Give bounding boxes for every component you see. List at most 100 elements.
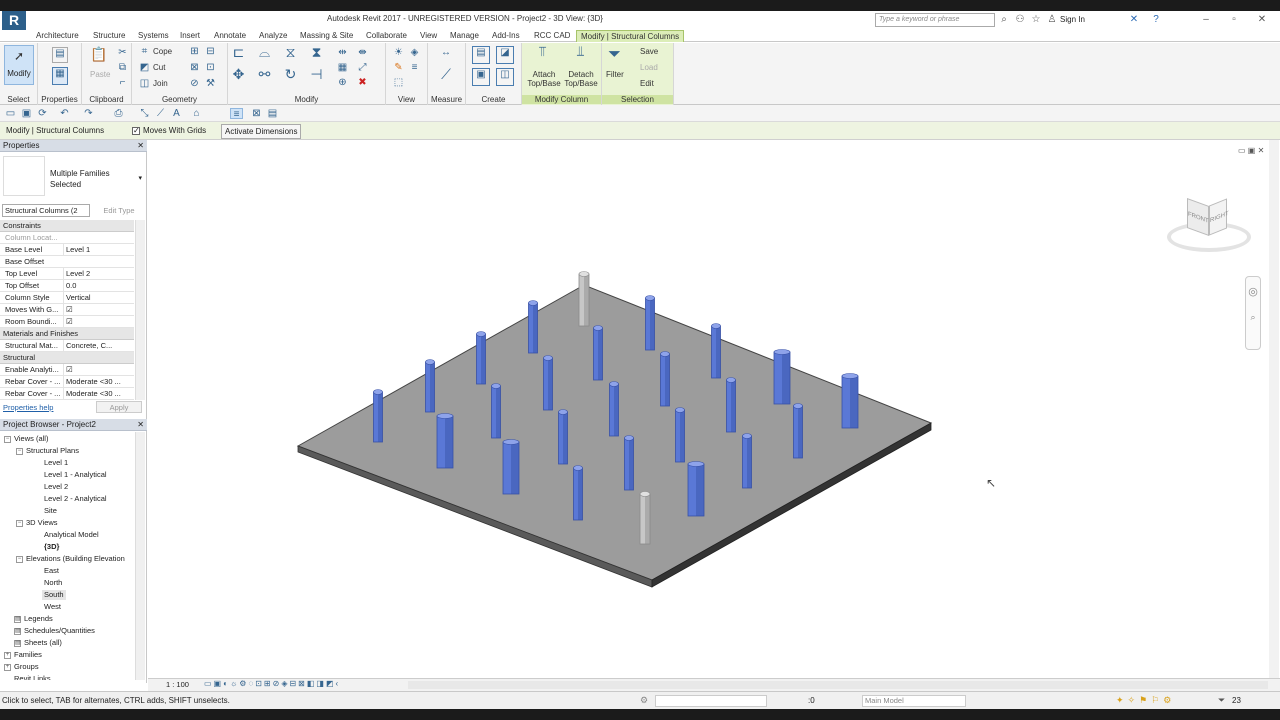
rotate-icon[interactable]: ↻ bbox=[284, 67, 297, 85]
section-structural[interactable]: Structural bbox=[0, 352, 134, 364]
copy-icon[interactable]: ⧉ bbox=[116, 62, 129, 73]
prop-row[interactable]: Top Level Level 2 bbox=[0, 268, 134, 280]
detach-top-base-label[interactable]: Detach Top/Base bbox=[564, 70, 598, 88]
workset-dropdown[interactable] bbox=[655, 695, 767, 707]
tab-analyze[interactable]: Analyze bbox=[255, 30, 291, 42]
modify-button[interactable]: ➚ Modify bbox=[4, 45, 34, 85]
type-selector[interactable]: Multiple Families Selected bbox=[50, 168, 130, 190]
text-icon[interactable]: A bbox=[170, 108, 183, 119]
tree-node-level-2[interactable]: Level 2 bbox=[44, 482, 68, 492]
create-group-icon[interactable]: ▣ bbox=[472, 68, 490, 86]
tree-node-3d[interactable]: {3D} bbox=[44, 542, 59, 552]
match-properties-icon[interactable]: ⌐ bbox=[116, 77, 129, 88]
binoculars-icon[interactable]: ⌕ bbox=[998, 14, 1010, 26]
tab-massing-site[interactable]: Massing & Site bbox=[296, 30, 357, 42]
edit-selection-button[interactable]: Edit bbox=[640, 79, 654, 88]
offset-icon[interactable]: ⌓ bbox=[258, 45, 271, 63]
attach-top-base-label[interactable]: Attach Top/Base bbox=[527, 70, 561, 88]
tab-annotate[interactable]: Annotate bbox=[210, 30, 250, 42]
prop-row[interactable]: Column Style Vertical bbox=[0, 292, 134, 304]
viewport-horizontal-scrollbar[interactable] bbox=[408, 681, 1268, 689]
split-icon[interactable]: ⇹ bbox=[336, 47, 349, 58]
array-icon[interactable]: ▦ bbox=[336, 62, 349, 73]
properties-icon[interactable]: ▦ bbox=[52, 67, 68, 85]
instance-filter-dropdown[interactable]: Structural Columns (2 bbox=[2, 204, 90, 217]
moves-with-grids-checkbox[interactable]: ✓ bbox=[132, 126, 140, 135]
maximize-icon[interactable]: ▫ bbox=[1228, 14, 1240, 26]
move-icon[interactable]: ✥ bbox=[232, 67, 245, 85]
tab-architecture[interactable]: Architecture bbox=[32, 30, 83, 42]
redo-icon[interactable]: ↷ bbox=[82, 108, 95, 119]
trim-icon[interactable]: ⊣ bbox=[310, 67, 323, 85]
minimize-icon[interactable]: – bbox=[1200, 14, 1212, 26]
tab-view[interactable]: View bbox=[416, 30, 441, 42]
join-label[interactable]: Join bbox=[153, 79, 168, 88]
sign-in-link[interactable]: Sign In bbox=[1060, 15, 1085, 24]
tree-node-level-2-analytical[interactable]: Level 2 - Analytical bbox=[44, 494, 107, 504]
cut-geometry-icon[interactable]: ◩ bbox=[138, 62, 151, 73]
print-icon[interactable]: ⎙ bbox=[112, 108, 125, 119]
tree-node-sheets[interactable]: ▤ Sheets (all) bbox=[14, 638, 62, 648]
cope-label[interactable]: Cope bbox=[153, 47, 172, 56]
dimension-qat-icon[interactable]: ⟋ bbox=[154, 108, 167, 119]
apply-button[interactable]: Apply bbox=[96, 401, 142, 413]
model-canvas[interactable] bbox=[148, 140, 1280, 683]
section-materials[interactable]: Materials and Finishes bbox=[0, 328, 134, 340]
hammer-icon[interactable]: ⚒ bbox=[204, 78, 217, 89]
tree-node-elevations[interactable]: − Elevations (Building Elevation bbox=[16, 554, 125, 564]
section-constraints[interactable]: Constraints bbox=[0, 220, 134, 232]
activate-dimensions-button[interactable]: Activate Dimensions bbox=[221, 124, 302, 139]
3d-viewport[interactable]: ▭ ▣ ✕ FRONT RIGHT ◎ ⌕ ↖ bbox=[148, 140, 1280, 683]
detach-top-base-icon[interactable]: ⫫ bbox=[574, 44, 587, 64]
wall-joins-icon[interactable]: ⊞ bbox=[188, 46, 201, 57]
chevron-down-icon[interactable]: ▾ bbox=[138, 174, 142, 182]
attach-top-base-icon[interactable]: ⫪ bbox=[536, 44, 549, 64]
viewport-vertical-scrollbar[interactable] bbox=[1269, 140, 1279, 683]
tab-collaborate[interactable]: Collaborate bbox=[362, 30, 411, 42]
prop-row[interactable]: Column Locat... bbox=[0, 232, 134, 244]
3d-view-icon[interactable]: ⌂ bbox=[190, 108, 203, 119]
tree-node-analytical-model[interactable]: Analytical Model bbox=[44, 530, 99, 540]
subscription-icon[interactable]: ⚇ bbox=[1014, 14, 1026, 26]
copy-element-icon[interactable]: ⚯ bbox=[258, 67, 271, 85]
tree-node-site[interactable]: Site bbox=[44, 506, 57, 516]
prop-row[interactable]: Structural Mat... Concrete, C... bbox=[0, 340, 134, 352]
prop-row[interactable]: Moves With G... ☑ bbox=[0, 304, 134, 316]
paste-icon[interactable]: 📋 bbox=[90, 47, 107, 65]
tree-node-legends[interactable]: ▤ Legends bbox=[14, 614, 53, 624]
close-icon[interactable]: ✕ bbox=[137, 140, 144, 152]
view-window-controls[interactable]: ▭ ▣ ✕ bbox=[1238, 146, 1264, 155]
close-hidden-icon[interactable]: ⊠ bbox=[250, 108, 263, 119]
prop-row[interactable]: Enable Analyti... ☑ bbox=[0, 364, 134, 376]
linework-icon[interactable]: ✎ bbox=[392, 62, 405, 73]
scale-icon[interactable]: ⤢ bbox=[356, 62, 369, 73]
prop-row[interactable]: Room Boundi... ☑ bbox=[0, 316, 134, 328]
view-scale[interactable]: 1 : 100 bbox=[166, 680, 189, 689]
save-selection-button[interactable]: Save bbox=[640, 47, 658, 56]
user-icon[interactable]: ♙ bbox=[1046, 14, 1058, 26]
tree-node-west[interactable]: West bbox=[44, 602, 61, 612]
tab-modify-structural-columns[interactable]: Modify | Structural Columns bbox=[576, 30, 685, 42]
browser-scrollbar[interactable] bbox=[135, 432, 145, 680]
undo-icon[interactable]: ↶ bbox=[58, 108, 71, 119]
dimension-icon[interactable]: ⟋ bbox=[434, 67, 458, 85]
tree-node-east[interactable]: East bbox=[44, 566, 59, 576]
filter-icon[interactable]: ⏷ bbox=[608, 47, 621, 67]
design-option-dropdown[interactable]: Main Model bbox=[862, 695, 966, 707]
measure-icon[interactable]: ↔ bbox=[434, 47, 458, 58]
thin-lines-icon[interactable]: ≡ bbox=[408, 62, 421, 73]
tree-node-level-1-analytical[interactable]: Level 1 - Analytical bbox=[44, 470, 107, 480]
measure-qat-icon[interactable]: ⤡ bbox=[138, 108, 151, 119]
search-input[interactable]: Type a keyword or phrase bbox=[875, 13, 995, 27]
tree-node-schedules[interactable]: ▤ Schedules/Quantities bbox=[14, 626, 95, 636]
viewcube[interactable]: FRONT RIGHT bbox=[1167, 196, 1251, 260]
tree-node-views[interactable]: − Views (all) bbox=[4, 434, 48, 444]
properties-scrollbar[interactable] bbox=[135, 220, 145, 400]
tree-node-3d-views[interactable]: −3D Views bbox=[16, 518, 58, 528]
type-properties-icon[interactable]: ▤ bbox=[52, 47, 68, 63]
create-parts-icon[interactable]: ◪ bbox=[496, 46, 514, 64]
thin-lines-qat-icon[interactable]: ≡ bbox=[230, 108, 243, 120]
selection-settings-icons[interactable]: ✦✧⚑⚐⚙ bbox=[1116, 695, 1175, 706]
cope-icon[interactable]: ⌗ bbox=[138, 46, 151, 57]
edit-type-button[interactable]: Edit Type bbox=[94, 204, 144, 217]
